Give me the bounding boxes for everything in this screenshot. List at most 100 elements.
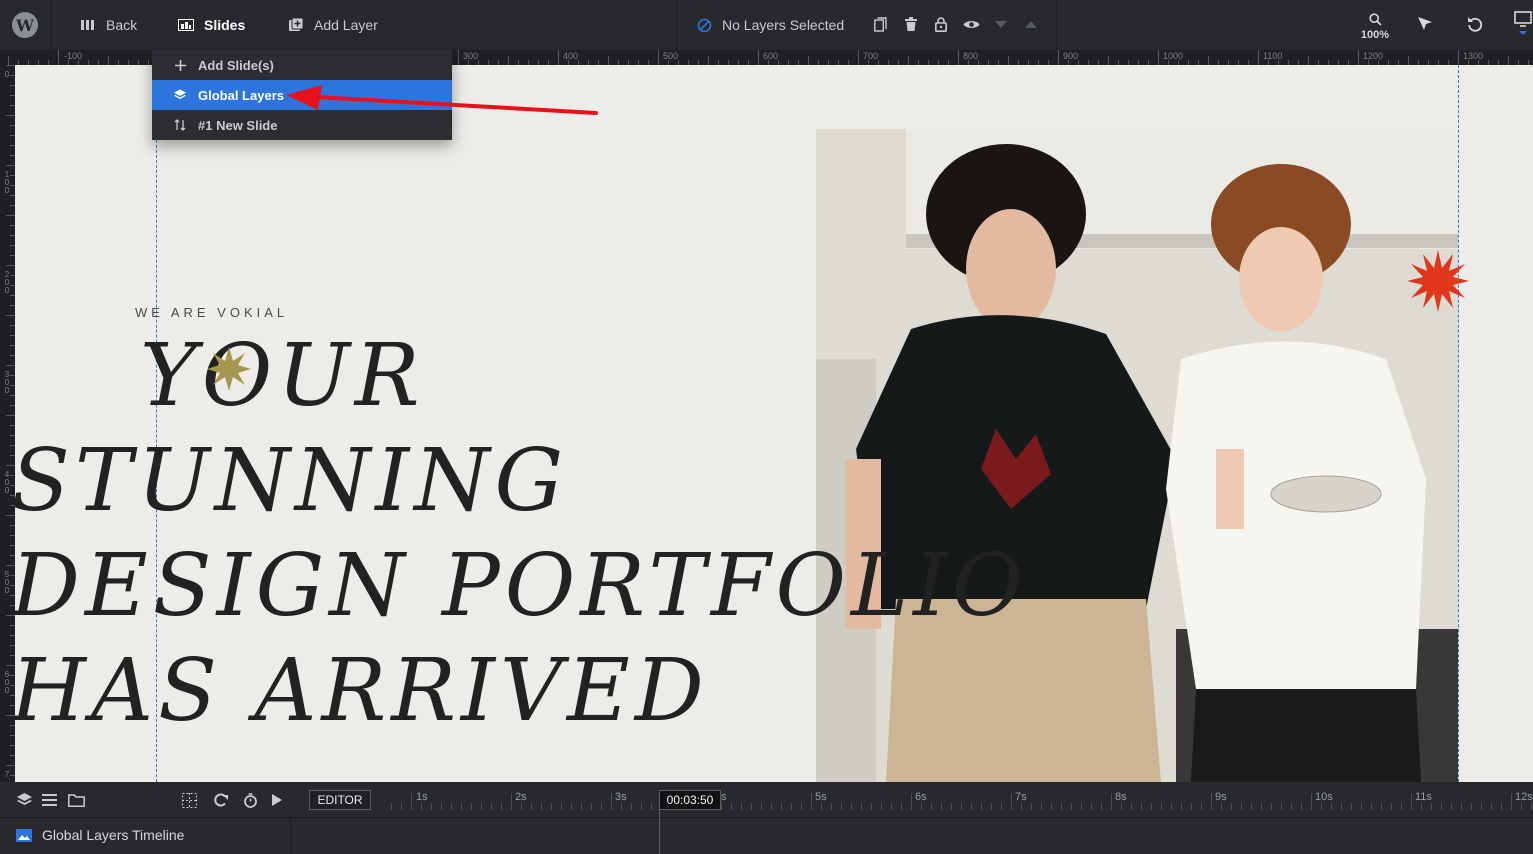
time-marker: 12s [1515, 791, 1533, 803]
guide-line-right[interactable] [1458, 65, 1459, 782]
folder-icon[interactable] [67, 791, 85, 809]
menu-lines-icon[interactable] [40, 791, 58, 809]
ruler-tick [6, 165, 15, 166]
timeline-tick [431, 803, 432, 810]
timeline-tick [761, 803, 762, 810]
eye-icon[interactable] [961, 14, 981, 34]
timeline-tick [1341, 803, 1342, 810]
layers-icon[interactable] [15, 791, 33, 809]
timeline-tick [531, 803, 532, 810]
sort-icon [174, 119, 186, 131]
timeline-tick [861, 803, 862, 810]
time-marker: 6s [915, 791, 927, 803]
ruler-tick [6, 615, 15, 616]
timeline-tick [901, 803, 902, 810]
ruler-tick [708, 56, 709, 65]
ruler-tick [6, 415, 15, 416]
timeline-tick [941, 803, 942, 810]
timeline-tick [1331, 803, 1332, 810]
olive-star-icon[interactable] [205, 345, 253, 393]
timeline-tick [451, 803, 452, 810]
red-starburst-icon[interactable] [1407, 250, 1469, 312]
annotation-arrow-icon [286, 85, 598, 115]
ruler-label: 800 [963, 51, 979, 61]
timeline-row-label: Global Layers Timeline [42, 827, 185, 843]
timeline-tick [1051, 803, 1052, 810]
timeline-tick [1121, 803, 1122, 810]
timeline-tick [961, 803, 962, 810]
timeline-tick [1451, 803, 1452, 810]
timeline-tick [1031, 803, 1032, 810]
headline-line-4[interactable]: HAS ARRIVED [15, 648, 709, 734]
timeline-tick [571, 803, 572, 810]
cursor-icon[interactable] [1415, 14, 1435, 34]
zoom-level[interactable]: 100% [1356, 29, 1394, 41]
timeline-tick [981, 803, 982, 810]
editor-button[interactable]: EDITOR [309, 790, 371, 810]
triangle-down-icon[interactable] [991, 14, 1011, 34]
top-toolbar: W Back Slides Add Layer No Layers Select… [0, 0, 1533, 50]
headline-line-1[interactable]: YOUR [140, 333, 425, 419]
timeline-tick [461, 803, 462, 810]
ruler-tick [6, 115, 15, 116]
current-time-display[interactable]: 00:03:50 [659, 790, 721, 810]
add-layer-button[interactable]: Add Layer [288, 0, 378, 50]
timeline-layer-row[interactable] [0, 818, 1533, 854]
stopwatch-icon[interactable] [241, 791, 259, 809]
timeline-toolbar [0, 782, 1533, 818]
wordpress-logo-icon[interactable]: W [12, 12, 38, 38]
ruler-tick [958, 50, 959, 65]
playhead[interactable] [659, 810, 660, 854]
timeline-tick [1371, 803, 1372, 810]
ruler-tick [8, 56, 9, 65]
hero-photo[interactable] [816, 129, 1458, 782]
ruler-tick [1058, 50, 1059, 65]
kicker-text[interactable]: WE ARE VOKIAL [135, 305, 288, 320]
lock-icon[interactable] [931, 14, 951, 34]
back-button[interactable]: Back [80, 0, 137, 50]
headline-line-2[interactable]: STUNNING [15, 438, 568, 524]
time-marker: 9s [1215, 791, 1227, 803]
copy-icon[interactable] [870, 14, 890, 34]
headline-line-3[interactable]: DESIGN PORTFOLIO [15, 543, 1028, 629]
slides-label: Slides [204, 17, 246, 33]
ruler-tick [6, 265, 15, 266]
ruler-tick [858, 50, 859, 65]
slide-canvas[interactable]: WE ARE VOKIAL YOUR STUNNING DESIGN PORTF… [15, 65, 1533, 782]
triangle-up-icon[interactable] [1021, 14, 1041, 34]
layers-icon [174, 89, 186, 101]
menu-item-add-slides[interactable]: Add Slide(s) [152, 50, 452, 80]
timeline-tick [1521, 803, 1522, 810]
timeline-tick [1241, 803, 1242, 810]
timeline-tick [881, 803, 882, 810]
ruler-tick [108, 56, 109, 65]
magnifier-icon[interactable] [1365, 12, 1385, 26]
desktop-icon[interactable] [1513, 11, 1533, 35]
ruler-tick [58, 50, 59, 65]
timeline-tick [1071, 803, 1072, 810]
timeline-tick [931, 803, 932, 810]
timeline-tick [651, 803, 652, 810]
menu-item-label: Add Slide(s) [198, 57, 274, 73]
timeline-tick [1381, 803, 1382, 810]
timeline-tick [791, 803, 792, 810]
play-icon[interactable] [267, 791, 285, 809]
ruler-tick [6, 515, 15, 516]
trash-icon[interactable] [901, 14, 921, 34]
timeline-tick [631, 803, 632, 810]
timeline-tick [721, 803, 722, 810]
timeline-tick [521, 803, 522, 810]
loop-icon[interactable] [211, 791, 229, 809]
dotted-grid-icon[interactable] [180, 791, 198, 809]
ruler-tick [1258, 50, 1259, 65]
ruler-tick [908, 56, 909, 65]
slides-button[interactable]: Slides [178, 0, 245, 50]
timeline-tick [1001, 803, 1002, 810]
ruler-tick [6, 365, 15, 366]
timeline-tick [801, 803, 802, 810]
menu-item-label: #1 New Slide [198, 117, 278, 133]
ruler-tick [6, 565, 15, 566]
undo-icon[interactable] [1465, 14, 1485, 34]
vertical-ruler: 0 100 200 300 400 500 600 7 [0, 65, 15, 782]
timeline-tick [1351, 803, 1352, 810]
